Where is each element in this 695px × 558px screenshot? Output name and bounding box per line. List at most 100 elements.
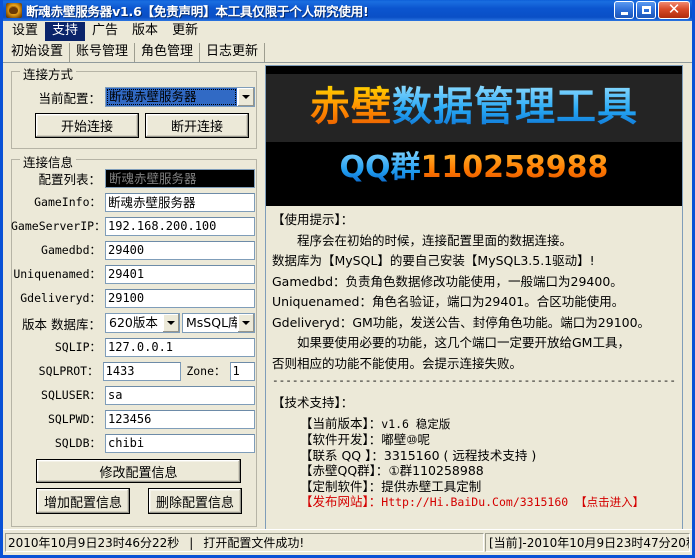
menu-bar: 设置 支持 广告 版本 更新 xyxy=(3,21,692,41)
sqluser-row: SQLUSER： sa xyxy=(11,385,255,405)
disconnect-button[interactable]: 断开连接 xyxy=(145,113,249,138)
minimize-icon xyxy=(621,12,628,15)
zone-input[interactable]: 1 xyxy=(230,362,255,381)
usage-tip-line: Uniquenamed：角色名验证，端口为29401。合区功能使用。 xyxy=(272,292,676,313)
website-key: 【发布网站】： xyxy=(300,494,381,509)
zone-label: Zone： xyxy=(181,363,230,379)
sqlpwd-row: SQLPWD： 123456 xyxy=(11,409,255,429)
banner-qq-number: 110258988 xyxy=(421,150,609,185)
sqldb-label: SQLDB： xyxy=(11,435,105,451)
start-connection-button[interactable]: 开始连接 xyxy=(35,113,139,138)
support-details: 【当前版本】：v1.6 稳定版 【软件开发】：嘟壁⑩呢 【联系 QQ 】：331… xyxy=(266,414,682,511)
support-key: 【软件开发】： xyxy=(300,432,381,447)
gameinfo-label: GameInfo： xyxy=(19,194,105,210)
chevron-down-icon[interactable] xyxy=(237,314,254,332)
support-line: 【当前版本】：v1.6 稳定版 xyxy=(300,416,676,433)
support-line: 【定制软件】：提供赤壁工具定制 xyxy=(300,479,676,495)
website-link[interactable]: Http://Hi.BaiDu.Com/3315160 【点击进入】 xyxy=(381,495,644,509)
uniquenamed-label: Uniquenamed： xyxy=(11,266,105,282)
support-line-website[interactable]: 【发布网站】：Http://Hi.BaiDu.Com/3315160 【点击进入… xyxy=(300,494,676,511)
menu-item-ad[interactable]: 广告 xyxy=(85,22,125,41)
usage-tip-line: 如果要使用必要的功能，这几个端口一定要开放给GM工具， xyxy=(272,333,676,354)
support-key: 【赤壁QQ群】： xyxy=(300,463,388,478)
version-value: 620版本 xyxy=(106,314,162,332)
gdeliveryd-label: Gdeliveryd： xyxy=(11,290,105,306)
sqlprot-input[interactable]: 1433 xyxy=(103,362,181,381)
uniquenamed-input[interactable]: 29401 xyxy=(105,265,255,284)
gamedbd-label: Gamedbd： xyxy=(11,242,105,258)
database-combo[interactable]: MsSQL库 xyxy=(182,313,255,333)
maximize-button[interactable] xyxy=(636,1,656,19)
usage-tips: 【使用提示】： 程序会在初始的时候，连接配置里面的数据连接。 数据库为【MySQ… xyxy=(266,206,682,414)
gdeliveryd-row: Gdeliveryd： 29100 xyxy=(11,288,255,308)
support-key: 【联系 QQ 】： xyxy=(300,448,384,463)
sqlprot-row: SQLPROT： 1433 Zone： 1 xyxy=(11,361,255,381)
gameserverip-row: GameServerIP： 192.168.200.100 xyxy=(11,216,255,236)
title-bar: 断魂赤壁服务器v1.6【免责声明】本工具仅限于个人研究使用! ✕ xyxy=(3,0,692,21)
version-db-label: 版本 数据库： xyxy=(11,314,105,333)
banner-qq: QQ群110258988 xyxy=(266,148,682,188)
support-value: ①群110258988 xyxy=(388,463,483,478)
tab-strip: 初始设置 账号管理 角色管理 日志更新 xyxy=(3,41,692,62)
app-icon xyxy=(6,3,22,18)
chevron-down-icon[interactable] xyxy=(237,88,254,106)
tab-role-management[interactable]: 角色管理 xyxy=(135,43,200,62)
application-window: 断魂赤壁服务器v1.6【免责声明】本工具仅限于个人研究使用! ✕ 设置 支持 广… xyxy=(0,0,695,558)
support-value: 提供赤壁工具定制 xyxy=(381,479,481,494)
status-divider: | xyxy=(189,536,193,550)
tab-initial-settings[interactable]: 初始设置 xyxy=(5,43,70,62)
current-config-label: 当前配置： xyxy=(19,88,105,107)
window-controls: ✕ xyxy=(614,1,690,19)
sqldb-row: SQLDB： chibi xyxy=(11,433,255,453)
sqlprot-label: SQLPROT： xyxy=(11,363,103,379)
minimize-button[interactable] xyxy=(614,1,634,19)
sqlip-input[interactable]: 127.0.0.1 xyxy=(105,338,255,357)
config-list-label: 配置列表： xyxy=(19,169,105,188)
gamedbd-row: Gamedbd： 29400 xyxy=(11,240,255,260)
maximize-icon xyxy=(642,6,651,14)
menu-item-version[interactable]: 版本 xyxy=(125,22,165,41)
banner-qq-label: QQ群 xyxy=(340,150,421,185)
chevron-down-icon[interactable] xyxy=(162,314,179,332)
database-value: MsSQL库 xyxy=(183,314,237,332)
banner-title-part-a: 赤壁 xyxy=(310,84,392,130)
uniquenamed-row: Uniquenamed： 29401 xyxy=(11,264,255,284)
banner: 赤壁数据管理工具 QQ群110258988 xyxy=(266,66,682,206)
tab-account-management[interactable]: 账号管理 xyxy=(70,43,135,62)
usage-tip-line: Gamedbd：负责角色数据修改功能使用，一般端口为29400。 xyxy=(272,272,676,293)
gamedbd-input[interactable]: 29400 xyxy=(105,241,255,260)
version-db-row: 版本 数据库： 620版本 MsSQL库 xyxy=(11,312,255,334)
support-value: 嘟壁⑩呢 xyxy=(381,432,430,447)
close-button[interactable]: ✕ xyxy=(658,1,690,19)
banner-title: 赤壁数据管理工具 xyxy=(266,78,682,136)
sqldb-input[interactable]: chibi xyxy=(105,434,255,453)
support-key: 【当前版本】： xyxy=(300,416,381,431)
config-list-box[interactable]: 断魂赤壁服务器 xyxy=(105,169,255,188)
delete-config-button[interactable]: 删除配置信息 xyxy=(148,488,242,514)
divider: ----------------------------------------… xyxy=(272,374,676,387)
config-list-row: 配置列表： 断魂赤壁服务器 xyxy=(19,168,255,188)
gameinfo-input[interactable]: 断魂赤壁服务器 xyxy=(105,193,255,212)
sqluser-label: SQLUSER： xyxy=(11,387,105,403)
gameinfo-row: GameInfo： 断魂赤壁服务器 xyxy=(19,192,255,212)
support-value: v1.6 稳定版 xyxy=(381,417,450,431)
connection-method-group-title: 连接方式 xyxy=(20,64,76,83)
menu-item-settings[interactable]: 设置 xyxy=(5,22,45,41)
menu-item-support[interactable]: 支持 xyxy=(45,22,85,41)
version-combo[interactable]: 620版本 xyxy=(105,313,180,333)
sqlpwd-label: SQLPWD： xyxy=(11,411,105,427)
sqlpwd-input[interactable]: 123456 xyxy=(105,410,255,429)
menu-item-update[interactable]: 更新 xyxy=(165,22,205,41)
tab-log-update[interactable]: 日志更新 xyxy=(200,43,265,62)
current-config-combo[interactable]: 断魂赤壁服务器 xyxy=(105,87,255,107)
gameserverip-label: GameServerIP： xyxy=(11,218,105,234)
sqluser-input[interactable]: sa xyxy=(105,386,255,405)
sqlip-label: SQLIP： xyxy=(11,339,105,355)
gdeliveryd-input[interactable]: 29100 xyxy=(105,289,255,308)
gameserverip-input[interactable]: 192.168.200.100 xyxy=(105,217,255,236)
add-config-button[interactable]: 增加配置信息 xyxy=(36,488,130,514)
usage-tips-heading: 【使用提示】： xyxy=(272,210,676,231)
modify-config-button[interactable]: 修改配置信息 xyxy=(36,459,241,483)
support-line: 【联系 QQ 】：3315160 ( 远程技术支持 ) xyxy=(300,448,676,464)
support-heading: 【技术支持】： xyxy=(272,393,676,414)
